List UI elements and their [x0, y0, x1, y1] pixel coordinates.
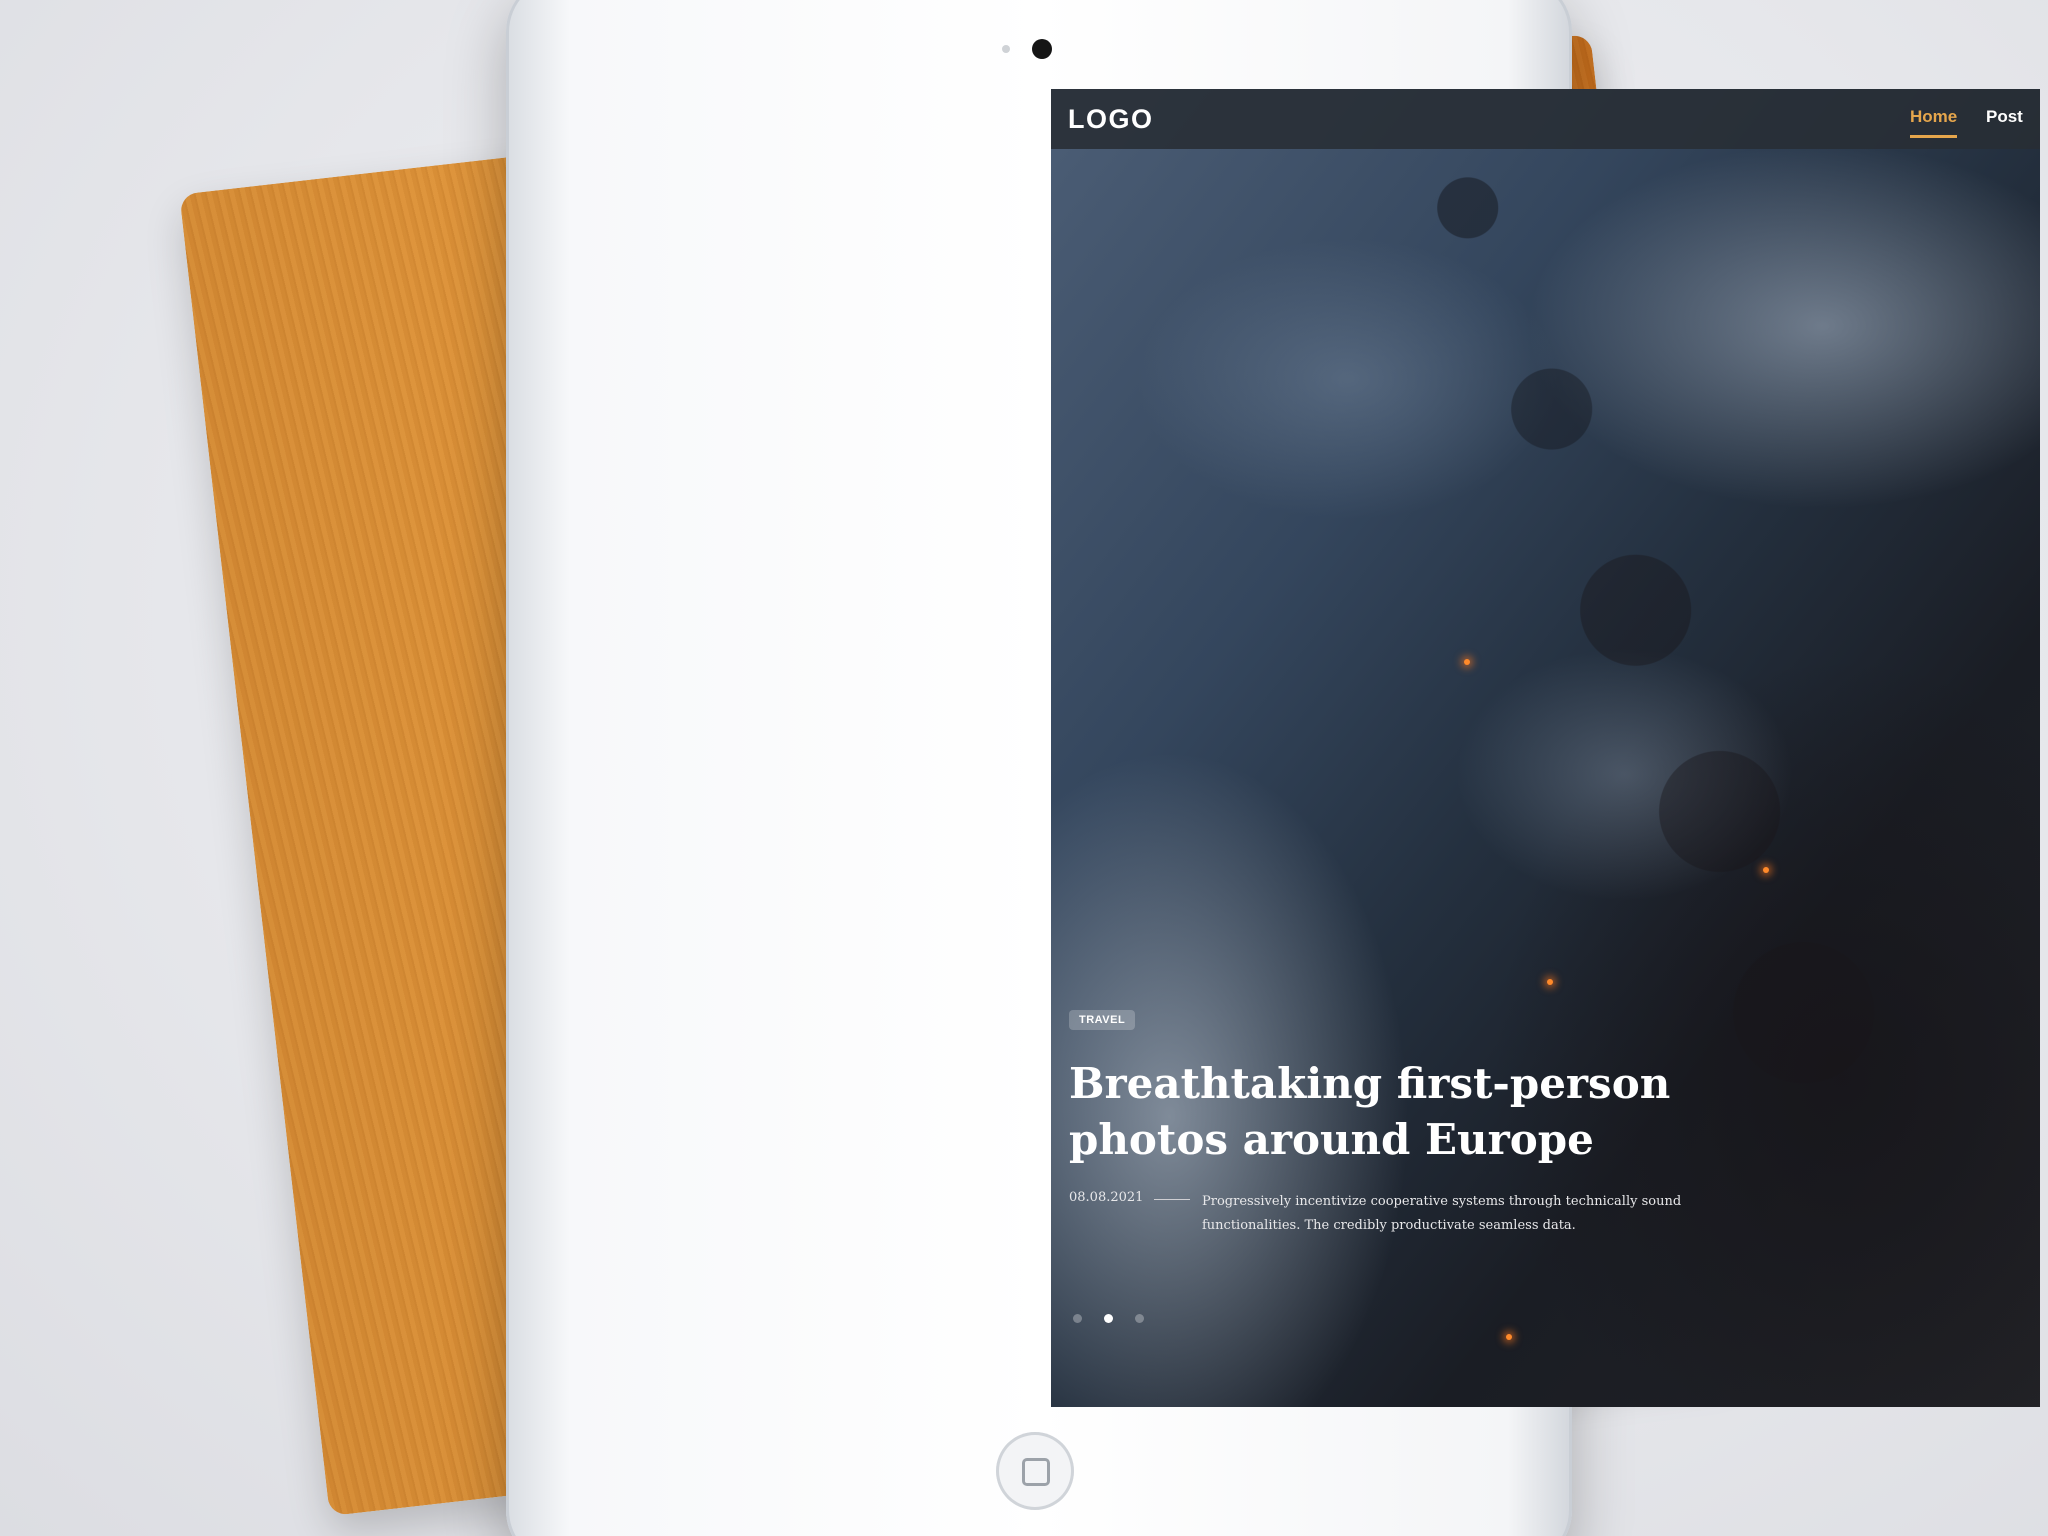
ember-glow — [1464, 659, 1470, 665]
sensor-dot — [1002, 45, 1010, 53]
ember-glow — [1763, 867, 1769, 873]
front-camera-icon — [1032, 39, 1052, 59]
site-logo[interactable]: LOGO — [1068, 104, 1154, 135]
nav-link-post-label: Post — [1986, 107, 2023, 126]
top-navigation-bar: LOGO Home Post — [1051, 89, 2040, 149]
category-badge[interactable]: TRAVEL — [1069, 1010, 1136, 1030]
home-button[interactable] — [996, 1432, 1074, 1510]
ember-glow — [1506, 1334, 1512, 1340]
nav-link-home-label: Home — [1910, 107, 1958, 126]
slider-dot-1[interactable] — [1073, 1314, 1082, 1323]
post-date: 08.08.2021 — [1069, 1190, 1144, 1205]
nav-link-home[interactable]: Home — [1910, 107, 1958, 138]
meta-divider — [1154, 1199, 1190, 1200]
nav-link-post[interactable]: Post — [1986, 107, 2023, 127]
post-excerpt: Progressively incentivize cooperative sy… — [1202, 1194, 1682, 1233]
home-square-icon — [1022, 1458, 1050, 1486]
hero-headline[interactable]: Breathtaking first-person photos around … — [1069, 1056, 1709, 1168]
slider-dot-3[interactable] — [1135, 1314, 1144, 1323]
ember-glow — [1547, 979, 1553, 985]
active-nav-underline — [1910, 135, 1958, 138]
tablet-screen: LOGO Home Post TRAVEL Breathtaking first… — [1051, 89, 2040, 1407]
scene-background: LOGO Home Post TRAVEL Breathtaking first… — [0, 0, 2048, 1536]
tablet-device: LOGO Home Post TRAVEL Breathtaking first… — [506, 0, 2040, 1536]
slider-dot-2[interactable] — [1104, 1314, 1113, 1323]
